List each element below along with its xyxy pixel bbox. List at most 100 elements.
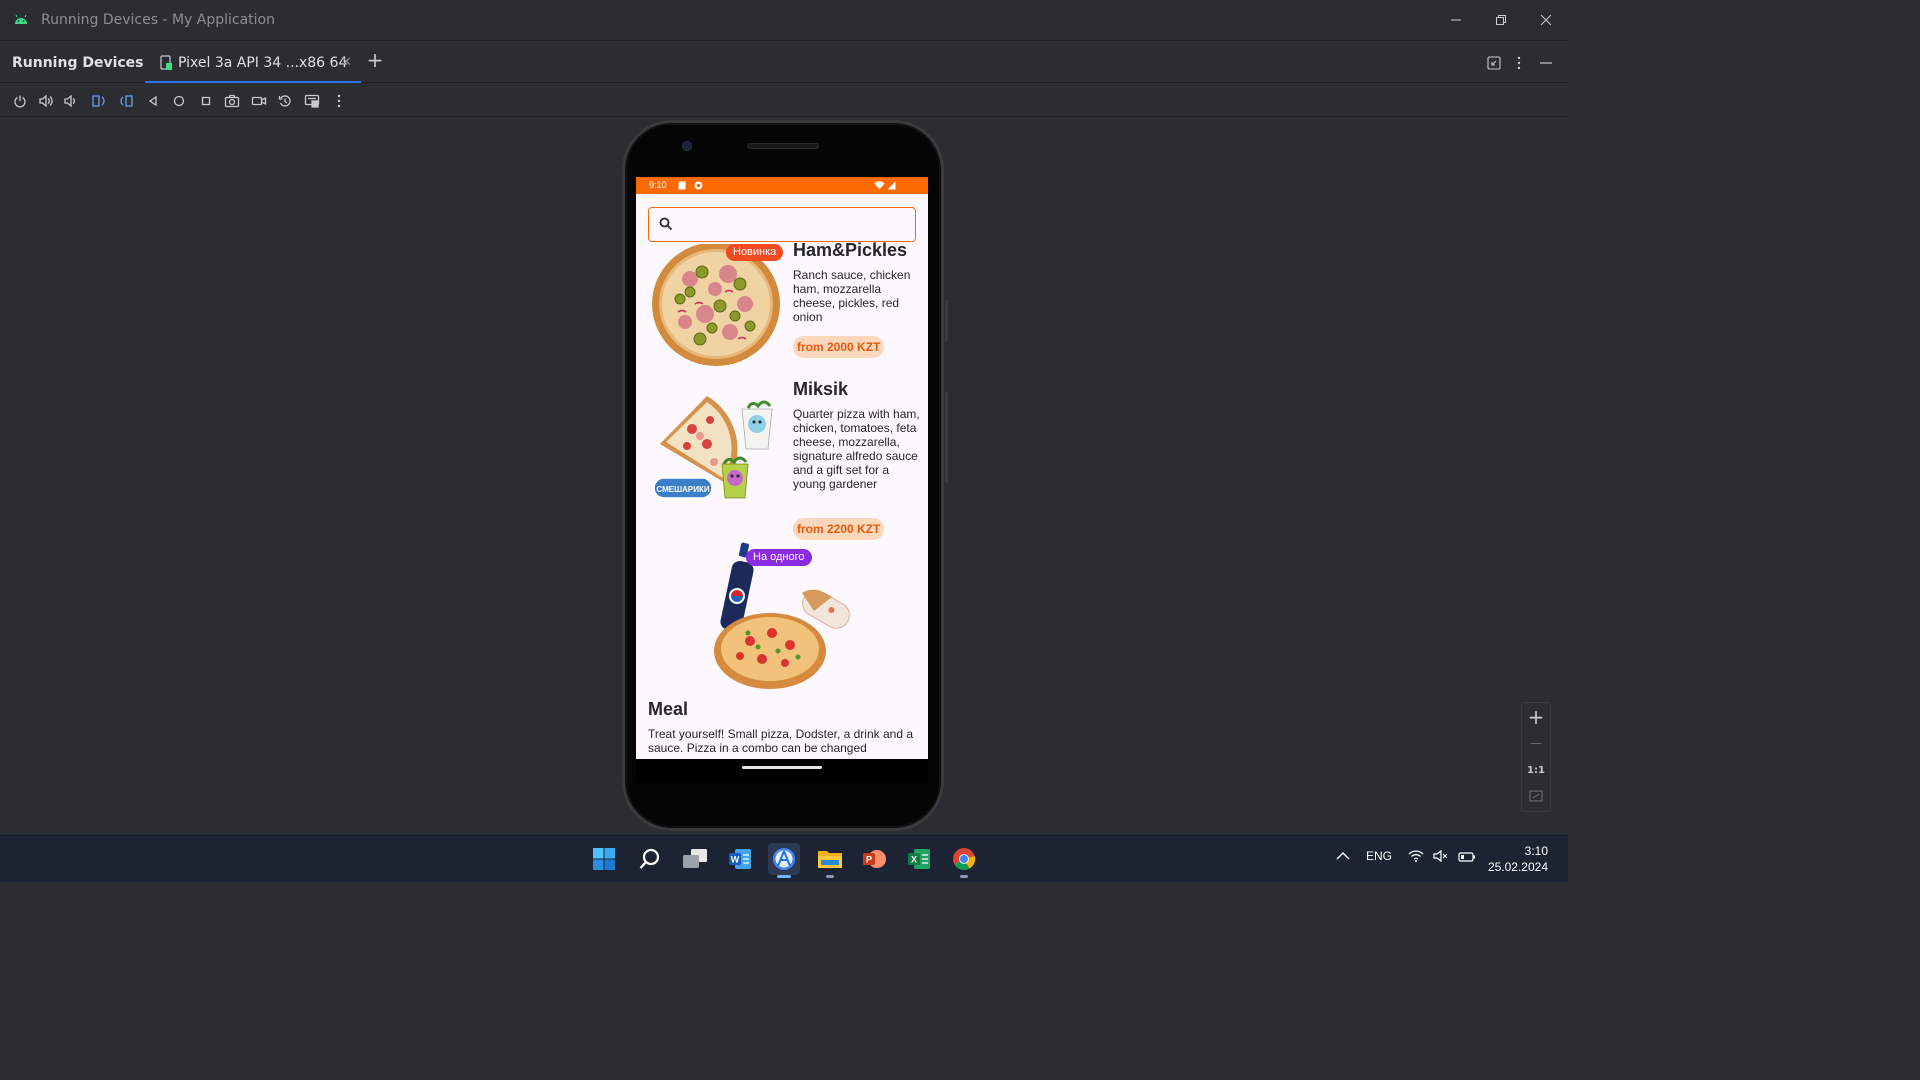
excel-icon: X	[908, 849, 930, 869]
wifi-status[interactable]	[1408, 850, 1424, 865]
file-explorer-app-button[interactable]	[814, 843, 846, 875]
reset-icon	[278, 95, 291, 107]
zoom-in-button[interactable]: +	[1522, 705, 1550, 729]
price-button[interactable]: from 2200 KZT	[793, 518, 885, 540]
price-button[interactable]: from 2000 KZT	[793, 336, 885, 358]
phone-side-button	[945, 300, 948, 342]
item-description: Treat yourself! Small pizza, Dodster, a …	[648, 727, 914, 755]
powerpoint-app-button[interactable]: P	[858, 843, 890, 875]
overview-button[interactable]	[197, 92, 215, 110]
collapse-button[interactable]	[1485, 54, 1503, 72]
item-description: Quarter pizza with ham, chicken, tomatoe…	[793, 407, 920, 491]
rotate-left-icon	[92, 95, 105, 107]
chrome-icon	[953, 848, 976, 870]
volume-down-button[interactable]	[62, 92, 80, 110]
overview-icon	[201, 96, 211, 106]
status-time: 9:10	[649, 180, 667, 190]
running-indicator	[777, 875, 791, 878]
chrome-app-button[interactable]	[948, 843, 980, 875]
sd-card-icon	[678, 181, 686, 190]
battery-icon	[1458, 852, 1475, 862]
item-title[interactable]: Meal	[648, 699, 688, 720]
search-input[interactable]	[648, 207, 916, 242]
collapse-icon	[1487, 56, 1501, 70]
task-view-button[interactable]	[679, 843, 711, 875]
svg-text:W: W	[731, 855, 740, 865]
screen-record-icon	[251, 96, 267, 106]
tool-window-title: Running Devices	[12, 55, 144, 71]
powerpoint-icon: P	[863, 850, 886, 868]
add-device-tab-button[interactable]: +	[366, 50, 384, 72]
new-badge: Новинка	[726, 244, 784, 261]
actual-size-button[interactable]: 1:1	[1522, 758, 1550, 782]
screenshot-button[interactable]	[223, 92, 241, 110]
volume-status[interactable]	[1433, 849, 1449, 865]
battery-status[interactable]	[1458, 851, 1476, 865]
device-frame-button[interactable]	[303, 92, 321, 110]
tab-close-icon[interactable]: ✕	[341, 55, 352, 70]
android-studio-icon	[773, 848, 795, 870]
device-tab-icon	[160, 55, 172, 70]
excel-app-button[interactable]: X	[903, 843, 935, 875]
word-icon: W	[729, 849, 751, 869]
volume-up-icon	[39, 94, 53, 108]
status-bar: 9:10	[636, 177, 928, 194]
running-indicator	[826, 875, 834, 878]
restore-icon	[1496, 15, 1506, 25]
rotate-right-button[interactable]	[117, 92, 135, 110]
options-button[interactable]	[1512, 54, 1526, 72]
phone-navigation-area	[636, 759, 928, 783]
taskbar: W P X ENG 3:10 25.02.2024	[0, 833, 1568, 882]
start-button[interactable]	[588, 843, 620, 875]
reset-button[interactable]	[276, 92, 294, 110]
volume-down-icon	[64, 94, 75, 108]
device-frame-icon	[304, 94, 320, 108]
phone-side-button	[945, 392, 948, 482]
power-button[interactable]	[11, 92, 29, 110]
device-tab[interactable]: Pixel 3a API 34 ...x86 64 ✕	[145, 42, 361, 83]
running-indicator	[960, 875, 968, 878]
device-toolbar	[0, 84, 1568, 117]
back-button[interactable]	[144, 92, 162, 110]
phone-screen[interactable]: 9:10 Новинка Ham&Pickles Ranch sauce, ch…	[636, 177, 928, 759]
device-tab-label: Pixel 3a API 34 ...x86 64	[178, 55, 348, 71]
item-title[interactable]: Miksik	[793, 379, 848, 400]
ham-pickles-pizza-image[interactable]	[650, 244, 784, 368]
clock-date: 25.02.2024	[1487, 860, 1548, 874]
earpiece-speaker	[747, 143, 819, 149]
close-icon	[1540, 14, 1552, 26]
screen-record-button[interactable]	[250, 92, 268, 110]
word-app-button[interactable]: W	[724, 843, 756, 875]
gesture-navigation-bar[interactable]	[742, 766, 822, 769]
notification-icon	[694, 181, 703, 190]
restore-button[interactable]	[1489, 10, 1513, 30]
wifi-icon	[1408, 850, 1424, 862]
item-description: Ranch sauce, chicken ham, mozzarella che…	[793, 268, 911, 324]
close-button[interactable]	[1534, 10, 1558, 30]
android-studio-app-button[interactable]	[768, 843, 800, 875]
miksik-pizza-image[interactable]: СМЕШАРИКИ	[652, 384, 786, 508]
volume-up-button[interactable]	[37, 92, 55, 110]
search-icon	[639, 848, 660, 869]
task-view-icon	[683, 849, 707, 868]
rotate-left-button[interactable]	[90, 92, 108, 110]
hide-icon	[1540, 62, 1552, 64]
front-camera	[682, 141, 692, 151]
more-vertical-icon	[1517, 56, 1521, 70]
zoom-controls: + — 1:1	[1521, 702, 1551, 812]
screenshot-icon	[224, 94, 240, 108]
wifi-icon	[874, 181, 885, 190]
zoom-out-button[interactable]: —	[1522, 731, 1550, 755]
show-hidden-icons-button[interactable]	[1336, 850, 1350, 864]
more-options-button[interactable]	[330, 92, 348, 110]
home-button[interactable]	[170, 92, 188, 110]
language-indicator[interactable]: ENG	[1366, 849, 1392, 863]
hide-button[interactable]	[1538, 54, 1554, 72]
minimize-button[interactable]	[1444, 10, 1468, 30]
taskbar-search-button[interactable]	[634, 843, 666, 875]
window-title: Running Devices - My Application	[41, 12, 275, 28]
more-icon	[337, 94, 341, 108]
clock[interactable]: 3:10 25.02.2024	[1488, 843, 1548, 875]
fit-screen-button[interactable]	[1522, 784, 1550, 808]
item-title[interactable]: Ham&Pickles	[793, 240, 907, 261]
